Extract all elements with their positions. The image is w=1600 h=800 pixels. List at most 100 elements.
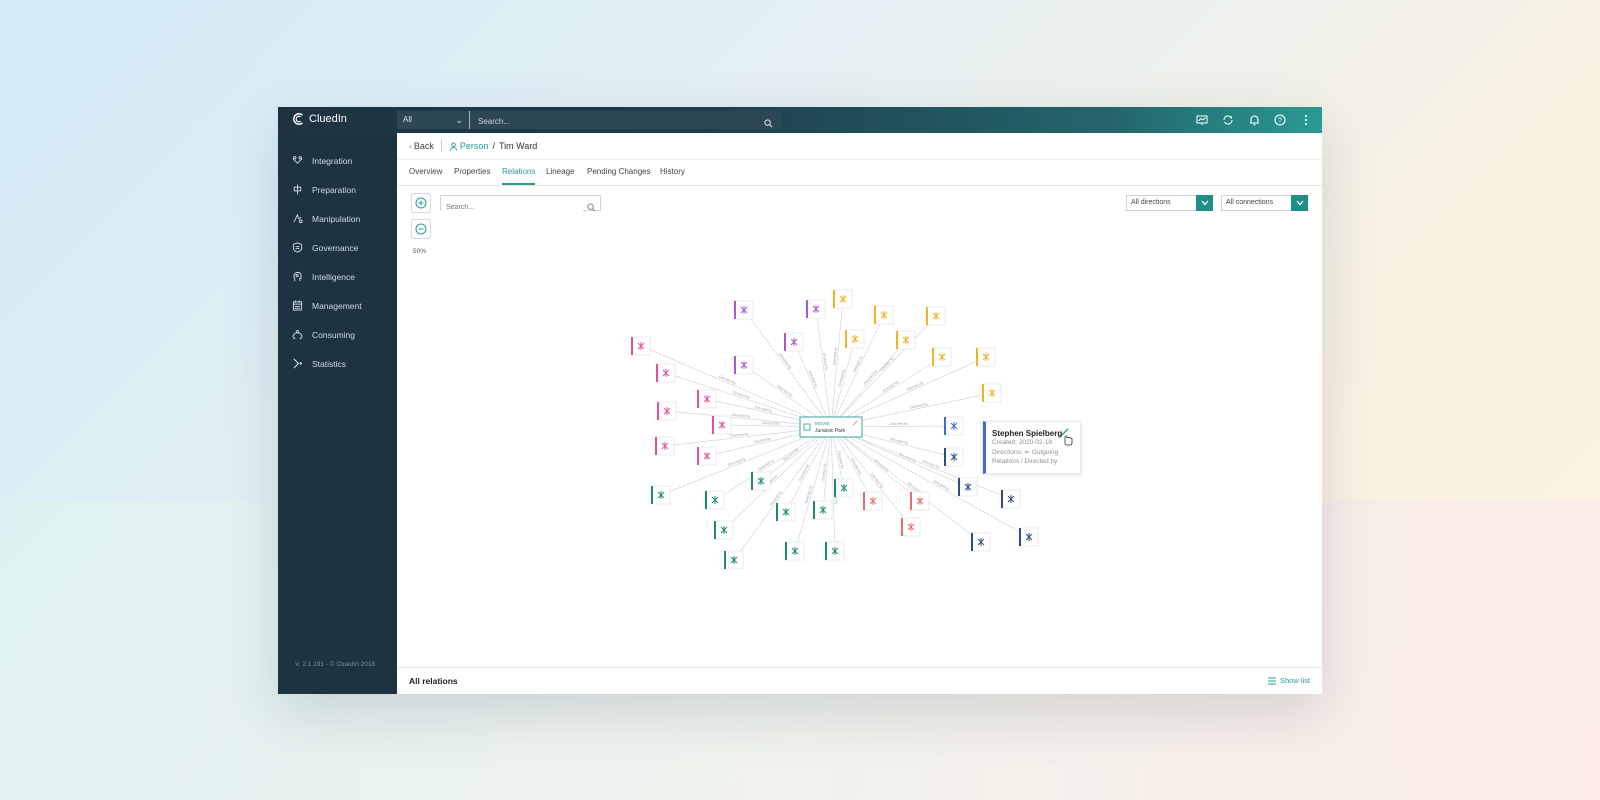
relation-node[interactable] [656, 363, 676, 383]
relation-node[interactable] [697, 389, 717, 409]
statistics-icon [293, 358, 302, 369]
relation-edge-label: Directed by [762, 421, 780, 425]
relation-edge-label: Directed by [798, 463, 810, 481]
relation-node[interactable] [751, 471, 771, 491]
relation-node[interactable] [896, 330, 916, 350]
center-entity-type: MOVIE [815, 421, 830, 426]
relation-node[interactable] [655, 436, 675, 456]
cluedin-logo-icon [293, 113, 303, 125]
sidebar-item-manipulation[interactable]: Manipulation [292, 213, 360, 224]
relation-edge-label: Directed by [850, 458, 863, 476]
relation-edge-label: Directed by [776, 384, 793, 398]
relation-node[interactable] [785, 541, 805, 561]
sidebar-item-preparation[interactable]: Preparation [292, 184, 356, 195]
relation-node[interactable] [712, 415, 732, 435]
help-icon[interactable]: ? [1272, 112, 1288, 128]
relation-node[interactable] [784, 332, 804, 352]
relation-node[interactable] [651, 485, 671, 505]
relation-node[interactable] [657, 401, 677, 421]
sidebar-item-governance[interactable]: Governance [292, 242, 358, 253]
relation-tooltip: Stephen Spielberg Created: 2020-02-18 Di… [983, 421, 1081, 474]
top-actions: ? [1194, 112, 1314, 128]
relation-node[interactable] [825, 541, 845, 561]
more-vertical-icon[interactable] [1298, 112, 1314, 128]
relation-edge-label: Directed by [870, 472, 885, 489]
search-scope-select[interactable]: All ⌄ [397, 111, 469, 129]
relation-node[interactable] [714, 520, 734, 540]
sidebar-item-label: Statistics [312, 358, 347, 369]
relation-node[interactable] [1019, 527, 1039, 547]
integration-icon [292, 156, 303, 164]
main-content: ‹ Back Person / Tim Ward Overview Proper… [397, 133, 1322, 694]
app-window: CluedIn All ⌄ ? Integration Preparation [278, 107, 1322, 694]
relation-node[interactable] [806, 299, 826, 319]
tooltip-relations: Relations / Directed by [992, 458, 1058, 465]
relation-edge-label: Directed by [730, 432, 749, 438]
relation-node[interactable] [1001, 489, 1021, 509]
relation-edge-label: Directed by [890, 422, 908, 426]
relation-node[interactable] [724, 550, 744, 570]
relation-node[interactable] [813, 500, 833, 520]
sidebar-item-statistics[interactable]: Statistics [292, 358, 346, 369]
bottom-bar: All relations Show list [397, 667, 1322, 694]
relation-edge-label: Directed by [757, 458, 775, 471]
relation-edge-label: Directed by [863, 369, 878, 386]
relation-edge-label: Directed by [882, 380, 900, 393]
logo[interactable]: CluedIn [292, 112, 347, 126]
consuming-icon [292, 330, 303, 340]
relation-node[interactable] [734, 300, 754, 320]
global-search [469, 111, 781, 132]
relation-node[interactable] [631, 336, 651, 356]
relation-edge-label: Directed by [932, 479, 950, 491]
relation-node[interactable] [982, 383, 1002, 403]
bell-icon[interactable] [1246, 112, 1262, 128]
edit-icon[interactable] [1059, 428, 1073, 451]
list-icon [1267, 677, 1276, 684]
chevron-down-icon: ⌄ [455, 115, 463, 125]
relation-node[interactable] [697, 446, 717, 466]
show-list-button[interactable]: Show list [1267, 676, 1310, 685]
relation-edge-label: Directed by [778, 353, 792, 370]
sidebar-item-label: Management [312, 300, 362, 311]
relation-node[interactable] [834, 478, 854, 498]
sidebar-item-label: Intelligence [312, 271, 356, 282]
preparation-icon [293, 184, 302, 195]
relation-node[interactable] [932, 347, 952, 367]
show-list-label: Show list [1279, 676, 1310, 685]
relation-node[interactable] [958, 477, 978, 497]
relation-node[interactable] [734, 355, 754, 375]
center-entity-name: Jurassic Park [815, 428, 846, 434]
relation-node[interactable] [944, 416, 964, 436]
sidebar-item-consuming[interactable]: Consuming [292, 329, 355, 340]
center-entity-node[interactable]: MOVIE Jurassic Park [799, 416, 863, 438]
brain-icon [293, 271, 302, 282]
relation-node[interactable] [976, 347, 996, 367]
sync-icon[interactable] [1220, 112, 1236, 128]
relation-node[interactable] [863, 491, 883, 511]
all-relations-title: All relations [409, 676, 458, 686]
sidebar-item-label: Preparation [312, 184, 356, 195]
relation-node[interactable] [901, 517, 921, 537]
relation-node[interactable] [874, 305, 894, 325]
relation-node[interactable] [833, 289, 853, 309]
relation-node[interactable] [971, 532, 991, 552]
relation-node[interactable] [776, 502, 796, 522]
sidebar: Integration Preparation Manipulation Gov… [278, 133, 397, 694]
relation-edge [733, 426, 832, 561]
sidebar-item-intelligence[interactable]: Intelligence [292, 271, 355, 282]
relation-node[interactable] [845, 329, 865, 349]
sidebar-item-label: Governance [312, 242, 359, 253]
sidebar-item-integration[interactable]: Integration [292, 155, 352, 166]
relation-edge [794, 426, 832, 552]
dashboard-icon[interactable] [1194, 112, 1210, 128]
relation-node[interactable] [926, 306, 946, 326]
global-search-input[interactable] [470, 111, 750, 132]
relation-node[interactable] [705, 490, 725, 510]
sidebar-item-management[interactable]: Management [292, 300, 362, 311]
app-name: CluedIn [309, 113, 347, 125]
relation-node[interactable] [944, 447, 964, 467]
relation-node[interactable] [910, 491, 930, 511]
search-icon[interactable] [764, 115, 773, 133]
scope-value: All [403, 115, 412, 124]
relation-edge-label: Directed by [879, 356, 895, 372]
